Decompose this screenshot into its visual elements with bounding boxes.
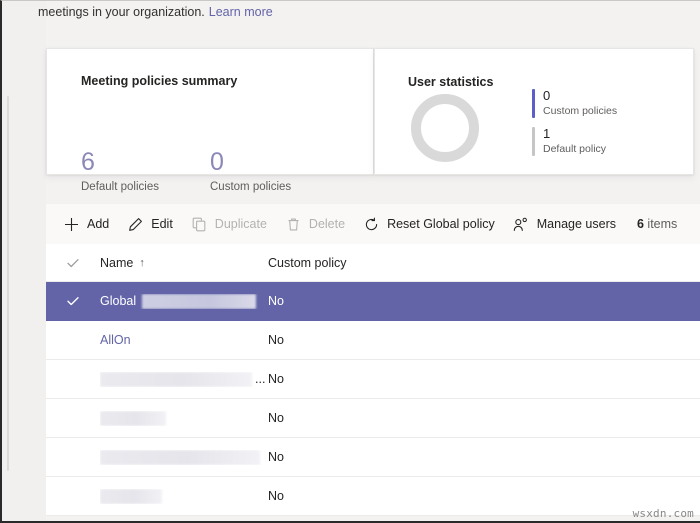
plus-icon [63, 216, 80, 233]
row-name-link[interactable]: AllOn [100, 333, 131, 347]
row-custom-policy-cell: No [268, 333, 284, 347]
row-checkbox[interactable] [46, 399, 100, 437]
column-header-name-label: Name [100, 255, 134, 270]
select-all-checkbox[interactable] [46, 244, 100, 281]
policies-table: Name ↑ Custom policy Global No AllOn No... N… [46, 244, 700, 516]
row-custom-policy-cell: No [268, 489, 284, 503]
row-name-cell [100, 410, 266, 426]
left-gutter [2, 1, 46, 523]
checkmark-icon [67, 297, 79, 306]
legend-item-custom-policies: 0 Custom policies [532, 89, 617, 118]
duplicate-icon [191, 216, 208, 233]
row-custom-policy-cell: No [268, 372, 284, 386]
duplicate-button-label: Duplicate [214, 217, 267, 231]
card-title: Meeting policies summary [81, 74, 238, 88]
row-checkbox[interactable] [46, 477, 100, 515]
redacted-name-block [100, 410, 166, 426]
stat-label: Custom policies [210, 181, 292, 193]
item-count-value: 6 [636, 217, 644, 231]
row-name-cell: Global [100, 293, 266, 309]
learn-more-link[interactable]: Learn more [209, 5, 273, 19]
table-row[interactable]: ... No [46, 360, 700, 399]
reset-circle-icon [363, 216, 380, 233]
edit-button[interactable]: Edit [118, 204, 182, 244]
column-header-name[interactable]: Name ↑ [100, 256, 266, 270]
redacted-name-block [142, 293, 257, 309]
row-checkbox[interactable] [46, 438, 100, 476]
legend-color-swatch [532, 127, 535, 156]
row-name-cell: ... [100, 371, 266, 387]
card-title: User statistics [408, 75, 494, 89]
trash-icon [285, 216, 302, 233]
intro-text-label: meetings in your organization. [38, 5, 205, 19]
stat-custom-policies: 0 Custom policies [210, 149, 291, 193]
watermark: wsxdn.com [632, 507, 694, 520]
table-row[interactable]: Global No [46, 282, 700, 321]
pencil-icon [127, 216, 144, 233]
legend-label: Custom policies [543, 105, 618, 117]
row-checkbox[interactable] [46, 360, 100, 398]
reset-global-policy-label: Reset Global policy [387, 217, 495, 231]
delete-button-label: Delete [308, 217, 346, 231]
column-header-custom-policy[interactable]: Custom policy [266, 256, 700, 270]
redacted-name-block [100, 449, 260, 465]
command-toolbar: Add Edit Duplicate Delete Reset Global p… [46, 204, 700, 244]
truncation-ellipsis: ... [255, 372, 266, 386]
redacted-name-block [100, 488, 162, 504]
redacted-name-block [100, 371, 252, 387]
table-header-row: Name ↑ Custom policy [46, 244, 700, 282]
delete-button: Delete [276, 204, 354, 244]
reset-global-policy-button[interactable]: Reset Global policy [354, 204, 504, 244]
row-name-cell [100, 449, 266, 465]
row-name-cell: AllOn [100, 333, 266, 347]
app-window: meetings in your organization. Learn mor… [0, 0, 700, 523]
row-name-label: Global [100, 294, 137, 308]
table-row[interactable]: No [46, 477, 700, 516]
table-row[interactable]: No [46, 438, 700, 477]
meeting-policies-summary-card: Meeting policies summary 6 Default polic… [46, 48, 374, 193]
item-count: 6 items [637, 217, 677, 231]
people-icon [513, 216, 530, 233]
row-custom-policy-cell: No [268, 450, 284, 464]
stat-value: 6 [81, 148, 95, 176]
duplicate-button: Duplicate [182, 204, 276, 244]
row-name-cell [100, 488, 266, 504]
row-custom-policy-cell: No [268, 411, 284, 425]
item-count-suffix: items [647, 217, 678, 231]
edit-button-label: Edit [151, 217, 173, 231]
legend-color-swatch [532, 89, 535, 118]
add-button-label: Add [87, 217, 110, 231]
table-row[interactable]: No [46, 399, 700, 438]
checkmark-icon [67, 258, 79, 267]
add-button[interactable]: Add [54, 204, 118, 244]
donut-chart-icon [411, 94, 479, 162]
legend-value: 1 [543, 126, 551, 141]
row-custom-policy-cell: No [268, 294, 284, 308]
row-checkbox[interactable] [46, 282, 100, 320]
rail-scroll-indicator[interactable] [7, 96, 9, 471]
legend-label: Default policy [543, 143, 607, 155]
stat-value: 0 [210, 148, 224, 176]
user-statistics-card: User statistics 0 Custom policies 1 Defa… [374, 48, 694, 175]
intro-text: meetings in your organization. Learn mor… [38, 1, 678, 23]
row-checkbox[interactable] [46, 321, 100, 359]
manage-users-label: Manage users [536, 217, 616, 231]
stat-default-policies: 6 Default policies [81, 149, 159, 193]
legend-value: 0 [543, 88, 551, 103]
stat-label: Default policies [81, 181, 159, 193]
legend-item-default-policy: 1 Default policy [532, 127, 606, 156]
sort-ascending-icon: ↑ [139, 256, 145, 269]
table-row[interactable]: AllOn No [46, 321, 700, 360]
manage-users-button[interactable]: Manage users [504, 204, 625, 244]
